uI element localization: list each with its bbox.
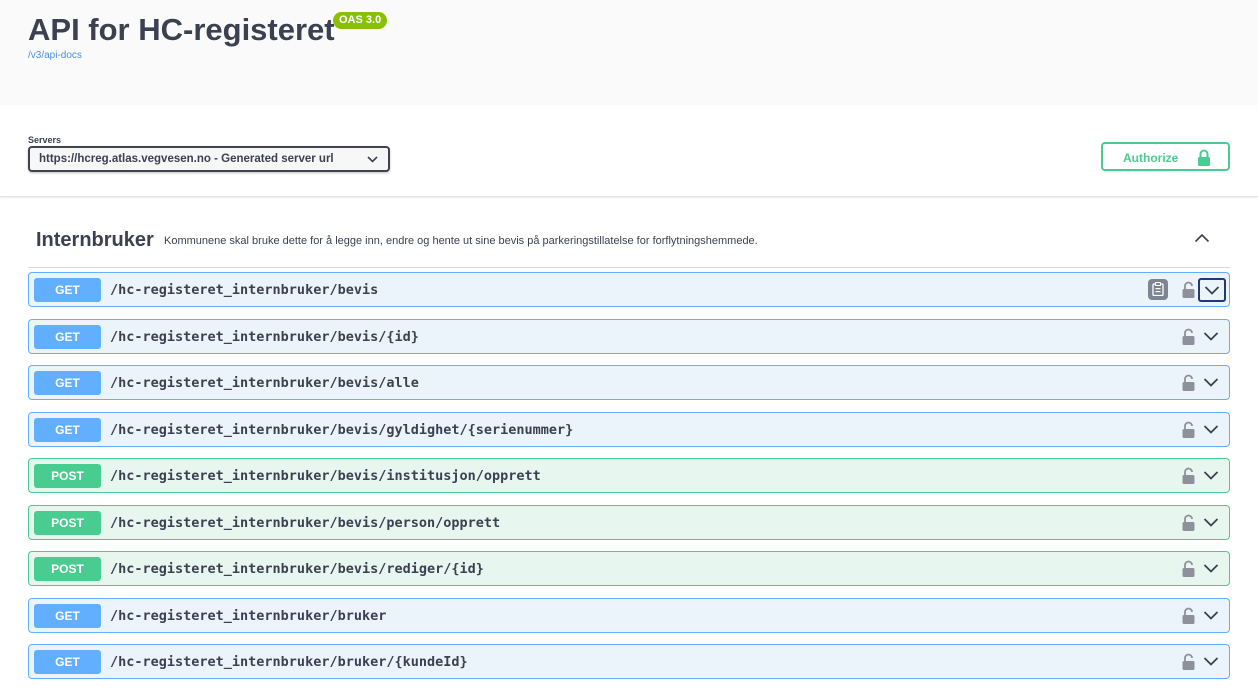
chevron-down-icon[interactable]	[1203, 562, 1219, 574]
version-badge: OAS 3.0	[333, 12, 388, 29]
operation-path: /hc-registeret_internbruker/bruker/{kund…	[110, 654, 468, 670]
operation-path: /hc-registeret_internbruker/bruker	[110, 608, 387, 624]
chevron-down-icon[interactable]	[1203, 423, 1219, 435]
operation-row[interactable]: GET /hc-registeret_internbruker/bevis/al…	[28, 365, 1230, 400]
method-badge: GET	[34, 604, 101, 628]
chevron-down-icon[interactable]	[1203, 516, 1219, 528]
operation-row[interactable]: GET /hc-registeret_internbruker/bevis/gy…	[28, 412, 1230, 447]
lock-icon	[1198, 149, 1210, 166]
operation-row[interactable]: POST /hc-registeret_internbruker/bevis/i…	[28, 458, 1230, 493]
lock-icon[interactable]	[1182, 653, 1195, 670]
operation-path: /hc-registeret_internbruker/bevis/redige…	[110, 561, 484, 577]
lock-icon[interactable]	[1182, 328, 1195, 345]
tag-section-internbruker[interactable]: Internbruker Kommunene skal bruke dette …	[28, 213, 1230, 268]
operation-path: /hc-registeret_internbruker/bevis/instit…	[110, 468, 541, 484]
api-info-header: API for HC-registeret OAS 3.0 /v3/api-do…	[0, 0, 1258, 105]
tag-description: Kommunene skal bruke dette for å legge i…	[164, 235, 758, 247]
lock-icon[interactable]	[1182, 560, 1195, 577]
servers-selected-value: https://hcreg.atlas.vegvesen.no - Genera…	[39, 153, 334, 165]
method-badge: GET	[34, 371, 101, 395]
operation-path: /hc-registeret_internbruker/bevis/alle	[110, 375, 419, 391]
copy-icon	[1152, 282, 1164, 296]
method-badge: GET	[34, 325, 101, 349]
chevron-down-icon[interactable]	[1203, 655, 1219, 667]
operation-row[interactable]: GET /hc-registeret_internbruker/bevis	[28, 272, 1230, 307]
lock-icon[interactable]	[1182, 421, 1195, 438]
lock-icon[interactable]	[1182, 281, 1195, 298]
api-docs-link[interactable]: /v3/api-docs	[28, 50, 82, 61]
operation-row[interactable]: GET /hc-registeret_internbruker/bruker/{…	[28, 644, 1230, 679]
operation-path: /hc-registeret_internbruker/bevis/{id}	[110, 329, 419, 345]
method-badge: GET	[34, 278, 101, 302]
operation-row[interactable]: POST /hc-registeret_internbruker/bevis/r…	[28, 551, 1230, 586]
chevron-down-icon[interactable]	[1203, 330, 1219, 342]
expand-operation-button[interactable]	[1198, 278, 1226, 302]
servers-label: Servers	[28, 135, 62, 145]
method-badge: GET	[34, 650, 101, 674]
chevron-down-icon[interactable]	[1203, 376, 1219, 388]
method-badge: POST	[34, 511, 101, 535]
lock-icon[interactable]	[1182, 607, 1195, 624]
lock-icon[interactable]	[1182, 467, 1195, 484]
chevron-down-icon	[1204, 286, 1220, 295]
method-badge: POST	[34, 464, 101, 488]
api-title: API for HC-registeret	[28, 12, 335, 47]
tag-name: Internbruker	[36, 229, 154, 251]
authorize-label: Authorize	[1123, 151, 1179, 165]
method-badge: GET	[34, 418, 101, 442]
method-badge: POST	[34, 557, 101, 581]
chevron-up-icon[interactable]	[1194, 233, 1210, 243]
servers-select[interactable]: https://hcreg.atlas.vegvesen.no - Genera…	[28, 146, 390, 172]
chevron-down-icon[interactable]	[1203, 469, 1219, 481]
copy-button[interactable]	[1148, 279, 1168, 300]
operation-path: /hc-registeret_internbruker/bevis	[110, 282, 379, 298]
operation-path: /hc-registeret_internbruker/bevis/person…	[110, 515, 501, 531]
operation-row[interactable]: GET /hc-registeret_internbruker/bevis/{i…	[28, 319, 1230, 354]
lock-icon[interactable]	[1182, 374, 1195, 391]
authorize-button[interactable]: Authorize	[1101, 142, 1230, 171]
operation-row[interactable]: GET /hc-registeret_internbruker/bruker	[28, 598, 1230, 633]
operation-row[interactable]: POST /hc-registeret_internbruker/bevis/p…	[28, 505, 1230, 540]
lock-icon[interactable]	[1182, 514, 1195, 531]
scheme-container: Servers https://hcreg.atlas.vegvesen.no …	[0, 105, 1258, 197]
chevron-down-icon	[367, 156, 378, 163]
operation-path: /hc-registeret_internbruker/bevis/gyldig…	[110, 422, 574, 438]
chevron-down-icon[interactable]	[1203, 609, 1219, 621]
